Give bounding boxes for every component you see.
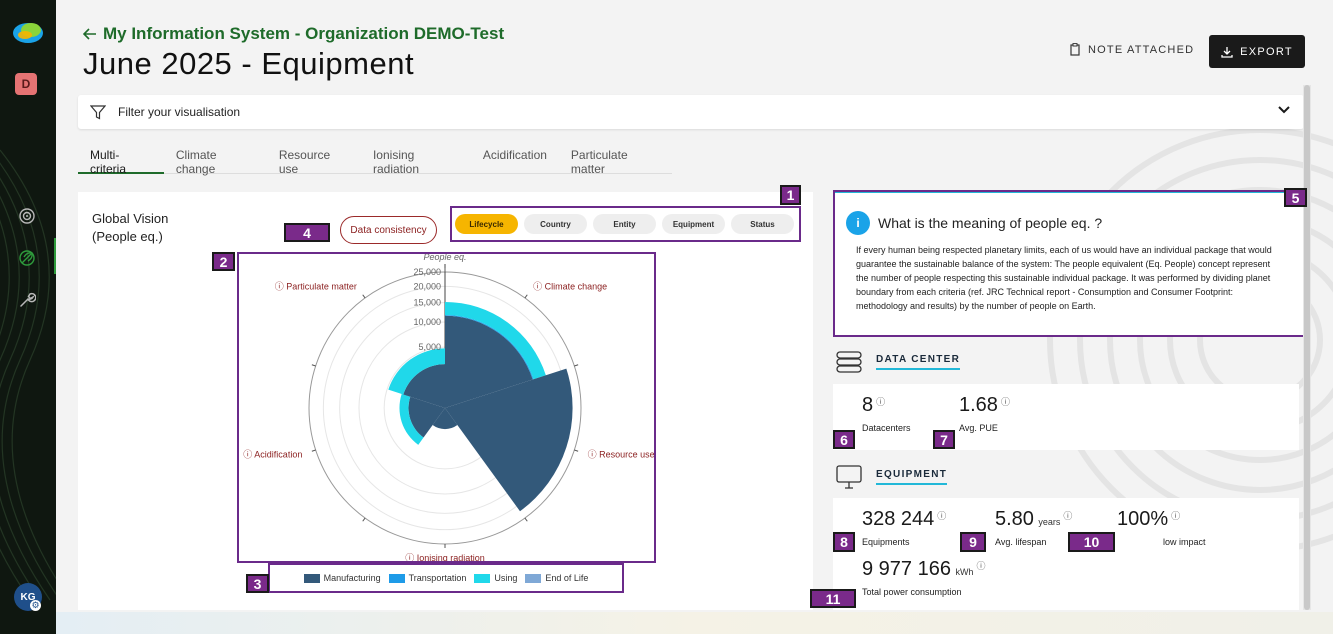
info-icon[interactable]: ⓘ — [876, 397, 885, 407]
pue-value: 1.68 — [959, 394, 998, 416]
annotation-2: 2 — [212, 252, 235, 271]
download-icon — [1221, 46, 1233, 58]
legend-using[interactable]: Using — [474, 573, 517, 583]
sidebar-decoration — [0, 149, 56, 601]
datacenter-card: 8 ⓘ Datacenters 1.68 ⓘ Avg. PUE — [833, 384, 1299, 450]
annotation-1: 1 — [780, 185, 801, 205]
arrow-left-icon — [83, 28, 96, 40]
filter-bar[interactable]: Filter your visualisation — [78, 95, 1304, 129]
equipments-value: 328 244 — [862, 508, 935, 530]
sidebar: D KG ⚙ — [0, 0, 56, 634]
group-status-button[interactable]: Status — [731, 214, 794, 234]
power-stat: 9 977 166 kWhⓘ Total power consumption — [862, 558, 985, 597]
info-icon[interactable]: ⓘ — [937, 511, 946, 521]
pue-label: Avg. PUE — [959, 423, 998, 433]
power-unit: kWh — [955, 567, 974, 577]
note-attached-button[interactable]: NOTE ATTACHED — [1070, 43, 1194, 56]
datacenter-section-label: DATA CENTER — [876, 354, 961, 370]
clipboard-icon — [1070, 43, 1080, 56]
tab-ionising-radiation[interactable]: Ionising radiation — [361, 141, 471, 176]
tab-acidification[interactable]: Acidification — [471, 141, 559, 174]
chart-legend: Manufacturing Transportation Using End o… — [268, 563, 624, 593]
equipment-section-label: EQUIPMENT — [876, 469, 948, 485]
bottom-decoration — [56, 612, 1333, 634]
power-value: 9 977 166 — [862, 558, 951, 580]
server-icon — [836, 351, 862, 373]
chart-title: Global Vision (People eq.) — [92, 210, 168, 246]
equipments-label: Equipments — [862, 537, 910, 547]
page-title: June 2025 - Equipment — [83, 46, 415, 81]
export-button[interactable]: EXPORT — [1209, 35, 1305, 68]
chart-title-line1: Global Vision — [92, 211, 169, 226]
low-impact-value: 100% — [1117, 508, 1169, 530]
criteria-tabs: Multi-criteria Climate change Resource u… — [78, 141, 672, 176]
tab-resource-use[interactable]: Resource use — [267, 141, 361, 176]
low-impact-label: low impact — [1163, 537, 1206, 547]
export-label: EXPORT — [1240, 45, 1293, 58]
annotation-11: 11 — [810, 589, 856, 608]
legend-manufacturing[interactable]: Manufacturing — [303, 573, 381, 583]
legend-end-of-life[interactable]: End of Life — [525, 573, 588, 583]
pue-stat: 1.68 ⓘ Avg. PUE — [959, 394, 1010, 433]
annotation-7: 7 — [933, 430, 955, 449]
back-link[interactable]: My Information System - Organization DEM… — [83, 24, 504, 44]
tab-multi-criteria[interactable]: Multi-criteria — [78, 141, 164, 176]
annotation-10: 10 — [1068, 532, 1115, 552]
tab-particulate-matter[interactable]: Particulate matter — [559, 141, 672, 176]
gear-icon[interactable]: ⚙ — [30, 600, 41, 611]
target-icon[interactable] — [18, 207, 36, 225]
note-attached-label: NOTE ATTACHED — [1088, 43, 1195, 56]
equipment-card: 328 244 ⓘ Equipments 5.80 yearsⓘ Avg. lif… — [833, 498, 1299, 610]
info-icon[interactable]: ⓘ — [1001, 397, 1010, 407]
datacenters-label: Datacenters — [862, 423, 911, 433]
scrollbar-thumb[interactable] — [1304, 85, 1310, 610]
datacenters-stat: 8 ⓘ Datacenters — [862, 394, 911, 433]
back-link-label: My Information System - Organization DEM… — [103, 24, 505, 43]
group-lifecycle-button[interactable]: Lifecycle — [455, 214, 518, 234]
chart-frame — [237, 252, 656, 563]
datacenter-header: DATA CENTER — [836, 351, 961, 373]
annotation-8: 8 — [833, 532, 855, 552]
lifespan-stat: 5.80 yearsⓘ Avg. lifespan — [995, 508, 1072, 547]
legend-transportation[interactable]: Transportation — [388, 573, 466, 583]
annotation-4: 4 — [284, 223, 330, 242]
group-entity-button[interactable]: Entity — [593, 214, 656, 234]
wrench-icon[interactable] — [18, 291, 36, 309]
low-impact-stat: 100% ⓘ low impact — [1117, 508, 1206, 547]
filter-label: Filter your visualisation — [118, 105, 241, 119]
lifespan-value: 5.80 — [995, 508, 1034, 530]
monitor-icon — [836, 465, 862, 489]
lifespan-label: Avg. lifespan — [995, 537, 1047, 547]
annotation-6: 6 — [833, 430, 855, 449]
data-consistency-button[interactable]: Data consistency — [340, 216, 437, 244]
info-icon[interactable]: ⓘ — [1171, 511, 1180, 521]
tab-climate-change[interactable]: Climate change — [164, 141, 267, 176]
info-icon[interactable]: ⓘ — [976, 561, 985, 571]
organization-avatar[interactable]: D — [15, 73, 37, 95]
app-logo[interactable] — [12, 20, 44, 46]
info-frame — [833, 190, 1306, 337]
lifespan-unit: years — [1038, 517, 1061, 527]
group-equipment-button[interactable]: Equipment — [662, 214, 725, 234]
equipments-stat: 328 244 ⓘ Equipments — [862, 508, 946, 547]
chart-title-line2: (People eq.) — [92, 229, 163, 244]
annotation-3: 3 — [246, 574, 269, 593]
annotation-9: 9 — [960, 532, 986, 552]
chevron-down-icon[interactable] — [1278, 105, 1290, 115]
annotation-5: 5 — [1284, 188, 1307, 207]
power-label: Total power consumption — [862, 587, 962, 597]
info-icon[interactable]: ⓘ — [1063, 511, 1072, 521]
filter-icon — [90, 104, 106, 119]
datacenters-value: 8 — [862, 394, 874, 416]
group-country-button[interactable]: Country — [524, 214, 587, 234]
nav-active-indicator — [54, 238, 56, 274]
group-by-selector: Lifecycle Country Entity Equipment Statu… — [450, 206, 801, 242]
leaf-icon[interactable] — [18, 249, 36, 267]
equipment-header: EQUIPMENT — [836, 465, 948, 489]
